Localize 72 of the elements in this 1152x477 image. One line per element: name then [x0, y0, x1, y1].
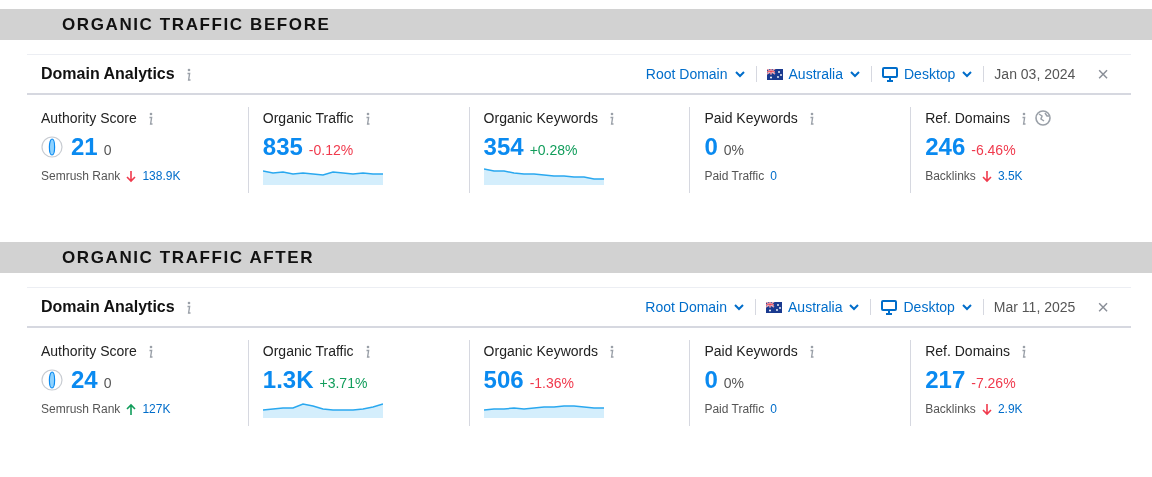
chevron-down-icon — [733, 69, 746, 79]
sub-value[interactable]: 3.5K — [997, 169, 1023, 183]
change-value: +3.71% — [319, 375, 368, 391]
sub-value[interactable]: 2.9K — [997, 402, 1023, 416]
monitor-icon — [881, 299, 898, 315]
date-label: Mar 11, 2025 — [992, 299, 1077, 315]
info-icon[interactable] — [608, 111, 615, 125]
sub-label: Backlinks — [925, 402, 976, 416]
chevron-down-icon — [733, 302, 745, 312]
metric-value: 506 — [483, 366, 524, 394]
metric-value: 21 — [71, 133, 98, 161]
metric-label: Ref. Domains — [925, 343, 1010, 359]
info-icon[interactable] — [1020, 344, 1027, 358]
metric-value: 246 — [925, 133, 966, 161]
metric-label: Authority Score — [41, 343, 137, 359]
close-button[interactable]: × — [1089, 295, 1117, 319]
change-value: 0% — [723, 142, 744, 158]
sub-value[interactable]: 127K — [142, 402, 171, 416]
sub-label: Paid Traffic — [704, 402, 765, 416]
sub-label: Backlinks — [925, 169, 976, 183]
metric-label: Organic Keywords — [483, 343, 598, 359]
metric-value: 24 — [71, 366, 98, 394]
sub-value[interactable]: 0 — [770, 169, 777, 183]
metric-value: 354 — [483, 133, 524, 161]
change-value: -1.36% — [529, 375, 574, 391]
metric-label: Organic Keywords — [483, 110, 598, 126]
info-icon[interactable] — [608, 344, 615, 358]
widget-title: Domain Analytics — [41, 298, 175, 316]
metric-value: 1.3K — [262, 366, 314, 394]
country-dropdown[interactable]: Australia — [756, 66, 872, 82]
chevron-down-icon — [961, 69, 974, 79]
metric-label: Paid Keywords — [704, 110, 798, 126]
gauge-icon — [41, 369, 63, 391]
metric-value: 217 — [925, 366, 966, 394]
metric-label: Organic Traffic — [262, 343, 354, 359]
metric-label: Paid Keywords — [704, 343, 798, 359]
sub-label: Semrush Rank — [41, 402, 121, 416]
widget-title: Domain Analytics — [41, 65, 175, 83]
sub-label: Semrush Rank — [41, 169, 121, 183]
change-value: -0.12% — [308, 142, 354, 158]
country-dropdown[interactable]: Australia — [756, 299, 872, 315]
metric-label: Authority Score — [41, 110, 137, 126]
metric-label: Organic Traffic — [262, 110, 354, 126]
scope-dropdown[interactable]: Root Domain — [635, 66, 757, 82]
banner-title: ORGANIC TRAFFIC BEFORE — [62, 14, 331, 35]
metric-value: 0 — [704, 366, 718, 394]
date-label: Jan 03, 2024 — [993, 66, 1077, 82]
change-value: 0% — [723, 375, 744, 391]
gauge-icon — [41, 136, 63, 158]
monitor-icon — [882, 66, 898, 82]
metric-value: 0 — [704, 133, 718, 161]
sub-label: Paid Traffic — [704, 169, 765, 183]
chevron-down-icon — [848, 302, 861, 312]
change-value: -7.26% — [971, 375, 1016, 391]
device-dropdown[interactable]: Desktop — [871, 299, 984, 315]
metric-value: 835 — [262, 133, 303, 161]
scope-dropdown[interactable]: Root Domain — [635, 299, 756, 315]
change-value: +0.28% — [529, 142, 578, 158]
metric-label: Ref. Domains — [925, 110, 1010, 126]
sub-value[interactable]: 138.9K — [142, 169, 181, 183]
change-value: 0 — [103, 375, 112, 391]
info-icon[interactable] — [1020, 111, 1027, 125]
close-button[interactable]: × — [1089, 62, 1117, 86]
flag-icon — [766, 68, 783, 80]
change-value: -6.46% — [971, 142, 1016, 158]
flag-icon — [766, 301, 782, 313]
change-value: 0 — [103, 142, 112, 158]
banner-title: ORGANIC TRAFFIC AFTER — [62, 247, 315, 268]
device-dropdown[interactable]: Desktop — [872, 66, 985, 82]
sub-value[interactable]: 0 — [770, 402, 777, 416]
chevron-down-icon — [849, 69, 861, 79]
chevron-down-icon — [960, 302, 973, 312]
